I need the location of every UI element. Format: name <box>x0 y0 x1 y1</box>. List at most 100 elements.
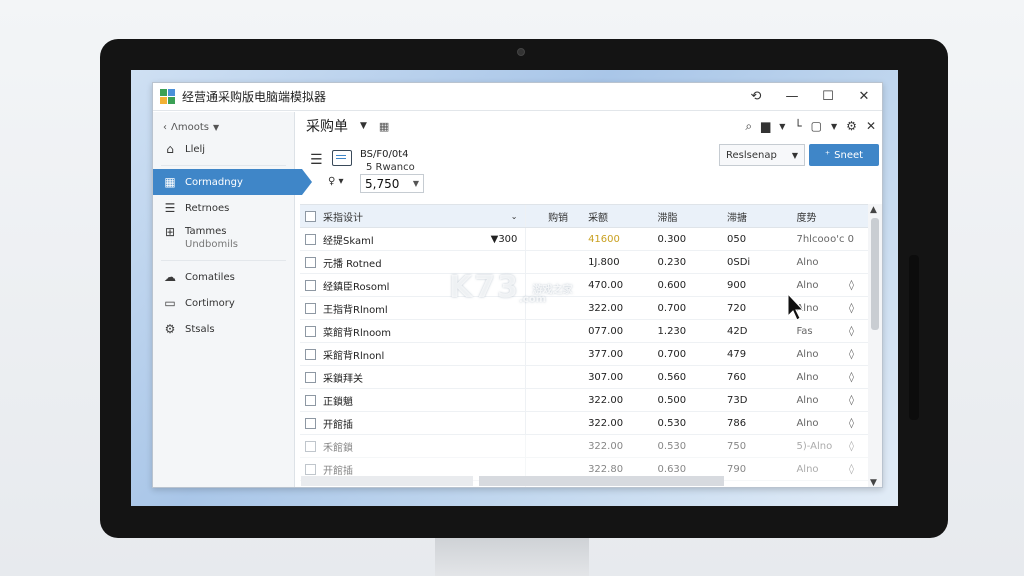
panel-icon[interactable]: ▢ <box>811 119 822 133</box>
cell-tax: 0.630 <box>657 463 687 475</box>
sidebar-item-text: Tammes Undbomils <box>185 225 238 251</box>
row-action-icon[interactable]: o'c 0 <box>830 234 854 245</box>
sidebar-item-comatiles[interactable]: ☁ Comatiles <box>153 264 294 290</box>
sidebar-item-label: Llelj <box>185 143 206 155</box>
table-row[interactable]: 禾館鎖 322.00 0.530 750 5)-Alno ◊ <box>300 435 868 458</box>
reset-dropdown[interactable]: Reslsenap ▼ <box>719 144 805 166</box>
row-checkbox[interactable] <box>305 486 316 487</box>
cell-name-wrap: 正鎖魈 <box>323 389 527 411</box>
row-action-icon[interactable]: ◊ <box>849 418 854 429</box>
row-checkbox[interactable] <box>305 325 316 337</box>
layout-grid-icon[interactable]: ▦ <box>379 120 389 133</box>
table-row[interactable]: 经鎮臣Rosoml 470.00 0.600 900 Alno ◊ <box>300 274 868 297</box>
chevron-down-icon[interactable]: ⌄ <box>511 212 518 221</box>
settings-icon[interactable]: ⚙ <box>846 119 857 133</box>
bracket-icon[interactable]: └ <box>794 119 801 133</box>
row-checkbox[interactable] <box>305 302 316 314</box>
search-icon[interactable]: ⌕ <box>745 119 752 134</box>
cell-tax: 0.700 <box>657 302 687 314</box>
row-action-icon[interactable]: ◊ <box>849 395 854 406</box>
cell-status-wrap: 5)-Alno ◊ <box>792 441 868 452</box>
table-row[interactable]: 菜館背Rlnoom 077.00 1.230 42D Fas ◊ <box>300 320 868 343</box>
cell-status-wrap: Alno ◊ <box>792 464 868 475</box>
row-action-icon[interactable]: ◊ <box>849 372 854 383</box>
chevron-down-icon[interactable]: ▼ <box>360 121 367 131</box>
toolbar: ⌕ ▆ ▼ └ ▢ ▼ ⚙ ✕ <box>745 119 882 134</box>
column-header[interactable]: 采额 <box>576 209 653 224</box>
minimize-button[interactable]: — <box>774 83 810 111</box>
row-action-icon[interactable]: ◊ <box>849 280 854 291</box>
row-checkbox[interactable] <box>305 348 316 360</box>
refresh-icon[interactable]: ⟲ <box>738 83 774 111</box>
filter-icon[interactable]: ♀ ▾ <box>328 176 344 187</box>
table-row[interactable]: 正鎖魈 322.00 0.500 73D Alno ◊ <box>300 389 868 412</box>
grid-icon: ⊞ <box>164 225 176 239</box>
chevron-down-icon: ▼ <box>212 122 220 132</box>
table-row[interactable]: 元播 Rotned 1J.800 0.230 0SDi Alno <box>300 251 868 274</box>
row-checkbox[interactable] <box>305 394 316 406</box>
table-row[interactable]: 采鎖拜关 307.00 0.560 760 Alno ◊ <box>300 366 868 389</box>
monitor-stand <box>435 538 589 576</box>
sidebar-item-returns[interactable]: ☰ Retrnoes <box>153 195 294 221</box>
column-header[interactable]: 采指设计 <box>323 209 363 224</box>
sidebar-item-label: Comatiles <box>185 271 235 283</box>
amount-select[interactable]: 5,750 ▼ <box>360 174 424 193</box>
filter-symbol: ♀ <box>328 176 336 187</box>
submit-button[interactable]: ⁺ Sneet <box>809 144 879 166</box>
table-row[interactable]: 采館背Rlnonl 377.00 0.700 479 Alno ◊ <box>300 343 868 366</box>
row-action-icon[interactable]: ◊ <box>849 464 854 475</box>
row-checkbox[interactable] <box>305 440 316 452</box>
horizontal-scrollbar-thumb[interactable] <box>479 476 724 486</box>
cell-price: 333.00 <box>576 487 653 488</box>
row-action-icon[interactable]: ◊ <box>849 303 854 314</box>
column-header[interactable]: 购销 <box>526 209 576 224</box>
window-controls: ⟲ — ☐ ✕ <box>738 83 882 111</box>
column-header[interactable]: 滞搪 <box>723 209 792 224</box>
row-checkbox[interactable] <box>305 371 316 383</box>
sidebar-item-label: Cormadngy <box>185 176 243 188</box>
select-all-checkbox[interactable] <box>305 210 316 222</box>
sidebar-item-active[interactable]: ▦ Cormadngy <box>153 169 312 195</box>
row-action-icon[interactable]: ◊ <box>849 441 854 452</box>
chevron-down-icon[interactable]: ▼ <box>831 122 837 131</box>
maximize-button[interactable]: ☐ <box>810 83 846 111</box>
scrollbar-thumb[interactable] <box>871 218 879 330</box>
sidebar-item-settings[interactable]: ⚙ Stsals <box>153 316 294 342</box>
sidebar-item-tammes[interactable]: ⊞ Tammes Undbomils <box>153 221 294 257</box>
cell-status: Alno <box>796 394 819 406</box>
list-icon: ☰ <box>164 201 176 215</box>
row-checkbox[interactable] <box>305 279 316 291</box>
table-row[interactable]: 开館插 322.00 0.530 786 Alno ◊ <box>300 412 868 435</box>
row-checkbox[interactable] <box>305 256 316 268</box>
table-row[interactable]: 王指背Rlnoml 322.00 0.700 720 Alno ◊ <box>300 297 868 320</box>
row-checkbox[interactable] <box>305 233 316 245</box>
cell-tax: 0.500 <box>657 394 687 406</box>
sidebar-item-home[interactable]: ⌂ Llelj <box>153 136 294 162</box>
row-action-icon[interactable]: ◊ <box>849 487 854 488</box>
window-title: 经营通采购版电脑端模拟器 <box>182 90 327 104</box>
column-header[interactable]: 度势 <box>792 209 868 224</box>
chevron-down-icon[interactable]: ▼ <box>779 122 785 131</box>
cell-tax: 0.300 <box>657 233 687 245</box>
scroll-up-icon[interactable]: ▲ <box>870 205 877 215</box>
app-logo-icon <box>160 88 176 105</box>
horizontal-scrollbar-track[interactable] <box>301 476 473 486</box>
sidebar-item-cortimory[interactable]: ▭ Cortimory <box>153 290 294 316</box>
vertical-scrollbar[interactable]: ▲ ▼ <box>868 204 882 487</box>
row-action-icon[interactable]: ◊ <box>849 349 854 360</box>
column-header[interactable]: 滞脂 <box>654 209 723 224</box>
cell-price: 322.00 <box>588 302 624 314</box>
cell-total: 900 <box>727 279 747 291</box>
table-row[interactable]: 经提Skaml ▼300 41600 0.300 050 7hlcoo o'c 0 <box>300 228 868 251</box>
sidebar-back[interactable]: ‹ Λmoots ▼ <box>153 112 294 136</box>
sidebar: ‹ Λmoots ▼ ⌂ Llelj ▦ Cormadngy ☰ Retrnoe… <box>153 112 312 487</box>
row-checkbox[interactable] <box>305 463 316 475</box>
row-action-icon[interactable]: ◊ <box>849 326 854 337</box>
close-button[interactable]: ✕ <box>846 83 882 111</box>
monitor-icon[interactable]: ▆ <box>761 119 770 133</box>
table-body: 经提Skaml ▼300 41600 0.300 050 7hlcoo o'c 0 元播 Ro… <box>300 228 868 488</box>
close-panel-icon[interactable]: ✕ <box>866 119 876 133</box>
menu-icon[interactable]: ☰ <box>310 152 323 168</box>
row-checkbox[interactable] <box>305 417 316 429</box>
scroll-down-icon[interactable]: ▼ <box>870 478 877 487</box>
